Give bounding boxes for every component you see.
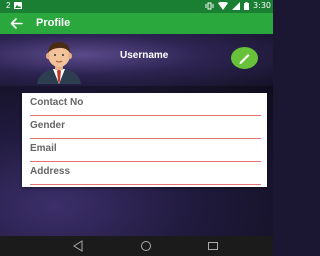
status-bar: 2 3:30 bbox=[0, 0, 273, 13]
username: Username bbox=[120, 50, 169, 61]
notification-count: 2 bbox=[6, 1, 11, 10]
vibrate-icon bbox=[205, 2, 214, 9]
gender-field[interactable]: Gender bbox=[30, 116, 261, 139]
arrow-left-icon[interactable] bbox=[8, 15, 26, 32]
app-bar: Profile bbox=[0, 13, 273, 34]
system-nav-bar bbox=[0, 236, 273, 256]
page-title: Profile bbox=[36, 17, 71, 29]
wifi-icon bbox=[218, 1, 229, 10]
image-notification-icon bbox=[14, 2, 23, 9]
nav-home-icon[interactable] bbox=[140, 240, 152, 252]
status-time: 3:30 bbox=[253, 1, 271, 10]
nav-back-icon[interactable] bbox=[72, 240, 84, 252]
contact-label: Contact No bbox=[30, 97, 84, 108]
edit-profile-button[interactable] bbox=[231, 47, 258, 69]
battery-icon bbox=[244, 1, 250, 10]
nav-recents-icon[interactable] bbox=[207, 240, 219, 252]
status-right: 3:30 bbox=[205, 1, 271, 10]
address-label: Address bbox=[30, 166, 71, 177]
address-field[interactable]: Address bbox=[30, 162, 261, 185]
pencil-icon bbox=[239, 54, 250, 64]
profile-details-card: Contact No Gender Email Address bbox=[22, 93, 267, 187]
signal-icon bbox=[232, 1, 241, 10]
gender-label: Gender bbox=[30, 120, 66, 131]
profile-header: Username bbox=[0, 34, 273, 86]
avatar bbox=[37, 42, 81, 84]
contact-field[interactable]: Contact No bbox=[30, 93, 261, 116]
email-field[interactable]: Email bbox=[30, 139, 261, 162]
email-label: Email bbox=[30, 143, 57, 154]
status-left: 2 bbox=[6, 1, 23, 10]
